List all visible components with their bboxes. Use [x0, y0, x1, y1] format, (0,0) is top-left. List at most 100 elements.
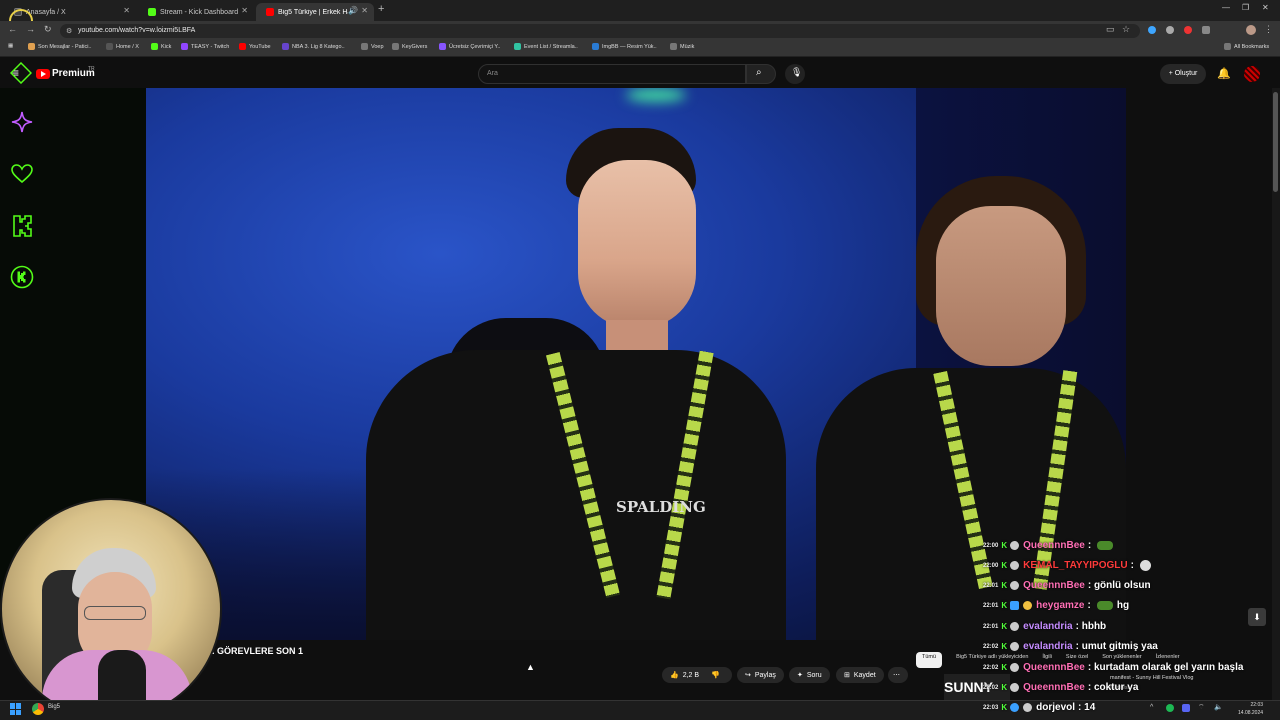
bookmark-item[interactable]: Voep	[361, 43, 384, 50]
thumbs-down-icon[interactable]: 👎	[711, 671, 720, 679]
profile-avatar[interactable]	[1246, 25, 1256, 35]
search-button[interactable]: ⌕	[746, 64, 776, 84]
kick-badge-icon: K	[1001, 581, 1008, 590]
kick-logo-icon	[13, 215, 32, 237]
thumbs-up-icon[interactable]: 👍	[670, 671, 679, 679]
frog-emote-icon	[1096, 601, 1113, 610]
wifi-icon[interactable]: ⌔	[1198, 703, 1205, 712]
spotify-tray-icon[interactable]	[1166, 704, 1174, 712]
more-dots-icon: ⋯	[893, 672, 900, 679]
miniplayer-icon[interactable]: ⬇	[1248, 608, 1266, 626]
search-input[interactable]: Ara	[478, 64, 746, 84]
reload-icon[interactable]: ↻	[44, 24, 52, 35]
close-tab-icon[interactable]: ✕	[241, 6, 248, 15]
clock-date: 14.08.2024	[1238, 710, 1264, 716]
close-tab-icon[interactable]: ✕	[361, 6, 368, 15]
sparkle-icon: ✦	[797, 672, 803, 679]
chat-time: 22:02	[983, 684, 999, 691]
taskbar-app-label[interactable]: Big5	[48, 704, 60, 710]
tray-chevron-icon[interactable]: ^	[1150, 704, 1153, 711]
bookmark-label: YouTube	[249, 43, 271, 50]
ask-button[interactable]: ✦ Soru	[789, 667, 830, 683]
save-label: Kaydet	[853, 671, 876, 679]
chat-username: QueennnBee	[1023, 580, 1085, 591]
back-icon[interactable]: ←	[8, 24, 17, 34]
bookmark-favicon-icon	[514, 43, 521, 50]
voice-search-button[interactable]: 🎙	[785, 64, 805, 84]
shirt-logo: SPALDING	[616, 498, 706, 516]
close-tab-icon[interactable]: ✕	[123, 6, 130, 15]
bookmark-item[interactable]: NBA 3. Lig 8 Katego..	[282, 43, 345, 50]
person-shirt	[366, 350, 786, 640]
bookmark-item[interactable]: Kick	[151, 43, 171, 50]
chrome-taskbar-icon[interactable]	[32, 703, 44, 715]
chip-all[interactable]: Tümü	[916, 652, 943, 668]
minimize-icon[interactable]: —	[1222, 3, 1230, 12]
scrollbar-thumb[interactable]	[1273, 92, 1278, 192]
kick-badge-icon: K	[1001, 663, 1008, 672]
audio-playing-icon[interactable]: 🔊	[348, 6, 358, 15]
new-tab-button[interactable]: +	[378, 3, 384, 15]
notifications-bell-icon[interactable]: 🔔	[1217, 67, 1231, 80]
all-bookmarks[interactable]: All Bookmarks	[1224, 43, 1269, 50]
discord-tray-icon[interactable]	[1182, 704, 1190, 712]
user-badge-icon	[1010, 642, 1020, 651]
volume-icon[interactable]: 🔈	[1214, 703, 1223, 711]
kick-badge-icon: K	[1001, 622, 1008, 631]
tab-youtube-video[interactable]: Big5 Türkiye | Erkek Hazırlı 🔊 ✕	[256, 3, 374, 21]
windows-start-icon[interactable]	[10, 703, 22, 715]
forward-icon[interactable]: →	[26, 24, 35, 34]
video-player[interactable]: SPALDING	[146, 88, 1126, 640]
extension-icon[interactable]	[1184, 26, 1192, 34]
bookmark-item[interactable]: ImgBB — Resim Yük..	[592, 43, 657, 50]
chat-message: 22:00 K QueennnBee:	[983, 540, 1114, 551]
all-bookmarks-label: All Bookmarks	[1234, 43, 1270, 50]
user-avatar[interactable]	[1244, 66, 1260, 82]
person-face	[578, 160, 696, 328]
extensions-puzzle-icon[interactable]	[1202, 26, 1210, 34]
menu-dots-icon[interactable]: ⋮	[1264, 24, 1273, 35]
person-face	[936, 206, 1066, 366]
bookmark-item[interactable]: TEASY - Twitch	[181, 43, 229, 50]
bookmark-item[interactable]: Event List / Streamla..	[514, 43, 578, 50]
chat-time: 22:01	[983, 582, 999, 589]
bookmark-item[interactable]: Müzik	[670, 43, 694, 50]
cast-icon[interactable]: ▭	[1106, 24, 1115, 35]
address-bar[interactable]: youtube.com/watch?v=w.loizmi5LBFA	[60, 24, 1140, 38]
bookmark-item[interactable]: YouTube	[239, 43, 271, 50]
extension-icon[interactable]	[1166, 26, 1174, 34]
close-window-icon[interactable]: ✕	[1262, 3, 1269, 12]
bookmark-item[interactable]: Home / X	[106, 43, 139, 50]
bookmark-item[interactable]: KeyGivers	[392, 43, 427, 50]
chat-time: 22:02	[983, 664, 999, 671]
apps-grid-icon[interactable]: ▦	[8, 43, 13, 49]
maximize-icon[interactable]: ❐	[1242, 3, 1249, 12]
bookmark-item[interactable]: Son Mesajlar - Patici..	[28, 43, 92, 50]
chat-username: QueennnBee	[1023, 662, 1085, 673]
diamond-logo-icon	[10, 62, 32, 84]
more-actions-button[interactable]: ⋯	[888, 667, 908, 683]
site-info-icon[interactable]: ⚙	[66, 27, 72, 35]
bookmark-label: Kick	[161, 43, 172, 50]
bookmark-star-icon[interactable]: ☆	[1122, 24, 1130, 35]
bookmark-label: Voep	[371, 43, 384, 50]
bookmark-label: Müzik	[680, 43, 695, 50]
emote-icon	[1139, 560, 1151, 571]
folder-icon	[392, 43, 399, 50]
chat-username: dorjevol	[1036, 702, 1076, 713]
recommended-title[interactable]: manifest - Sunny Hill Festival Vlog	[1110, 675, 1193, 681]
chat-message: 22:01 K QueennnBee: gönlü olsun	[983, 580, 1151, 591]
tab-title: Stream - Kick Dashboard	[160, 8, 239, 16]
like-dislike-group[interactable]: 👍 2,2 B 👎	[662, 667, 732, 683]
share-button[interactable]: ↪ Paylaş	[737, 667, 784, 683]
tab-kick-dashboard[interactable]: Stream - Kick Dashboard ✕	[138, 3, 254, 21]
kick-badge-icon: K	[1001, 642, 1008, 651]
extension-icon[interactable]	[1148, 26, 1156, 34]
taskbar-clock[interactable]: 22:03 14.08.2024	[1238, 701, 1263, 717]
create-button[interactable]: + Oluştur	[1160, 64, 1206, 84]
save-button[interactable]: ⊞ Kaydet	[836, 667, 884, 683]
save-bookmark-icon: ⊞	[844, 672, 850, 679]
search-icon: ⌕	[756, 67, 762, 78]
bookmark-item[interactable]: Ücretsiz Çevrimiçi Y..	[439, 43, 500, 50]
youtube-logo-icon[interactable]	[36, 69, 50, 79]
